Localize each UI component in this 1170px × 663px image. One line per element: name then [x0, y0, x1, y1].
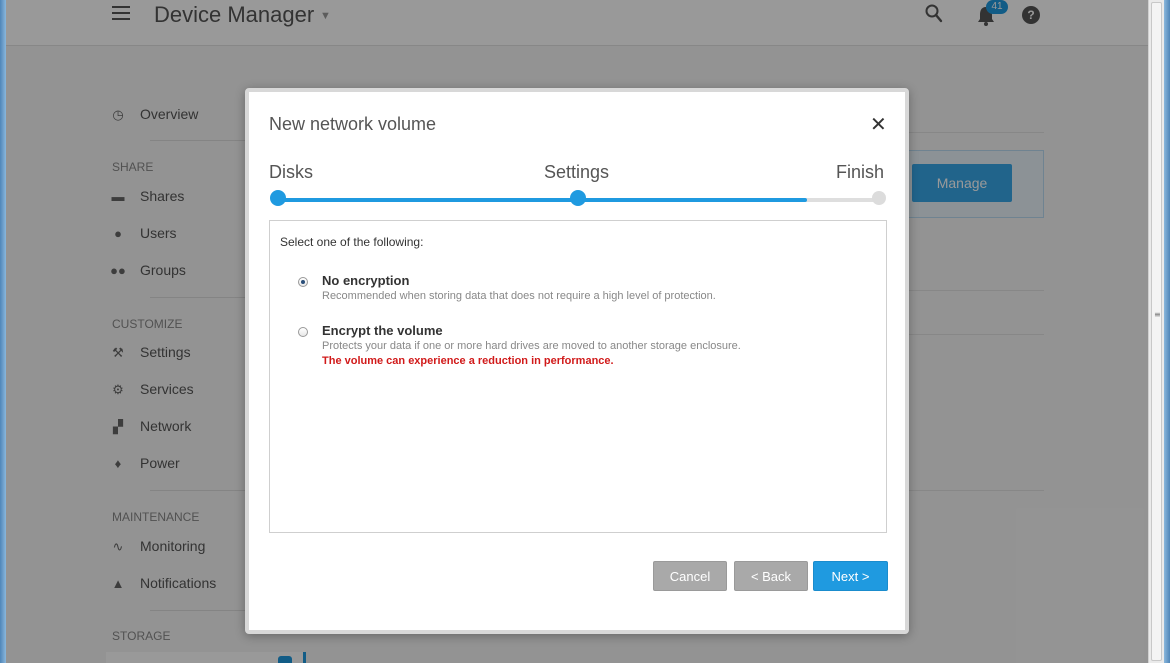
step-marker-disks [270, 190, 286, 206]
app-window: Device Manager ▼ 41 ? ◷ Overview SHARE ▬ S… [6, 0, 1148, 663]
cancel-button[interactable]: Cancel [653, 561, 727, 591]
next-button[interactable]: Next > [813, 561, 888, 591]
step-settings: Settings [544, 162, 610, 182]
encrypt-volume-label[interactable]: Encrypt the volume [322, 323, 443, 338]
no-encryption-label[interactable]: No encryption [322, 273, 409, 288]
no-encryption-description: Recommended when storing data that does … [322, 290, 716, 302]
new-volume-dialog: New network volume ✕ Disks Settings Fini… [245, 88, 909, 634]
dialog-title: New network volume [269, 114, 437, 134]
options-panel: Select one of the following: No encrypti… [269, 220, 887, 533]
step-marker-finish [872, 191, 886, 205]
wizard-progress-fill [277, 198, 807, 202]
scrollbar-grip-icon: ≡ [1154, 310, 1161, 319]
options-prompt: Select one of the following: [280, 235, 424, 249]
scrollbar-thumb[interactable] [1151, 2, 1162, 661]
step-marker-settings [570, 190, 586, 206]
step-finish: Finish [836, 162, 885, 182]
no-encryption-radio[interactable] [298, 277, 308, 287]
performance-warning: The volume can experience a reduction in… [322, 355, 614, 367]
step-disks: Disks [269, 162, 313, 182]
vertical-scrollbar[interactable]: ≡ [1148, 0, 1164, 663]
encrypt-volume-radio[interactable] [298, 327, 308, 337]
back-button[interactable]: < Back [734, 561, 808, 591]
close-icon[interactable]: ✕ [870, 112, 887, 136]
encrypt-volume-description: Protects your data if one or more hard d… [322, 340, 741, 352]
window-frame-right [1164, 0, 1170, 663]
